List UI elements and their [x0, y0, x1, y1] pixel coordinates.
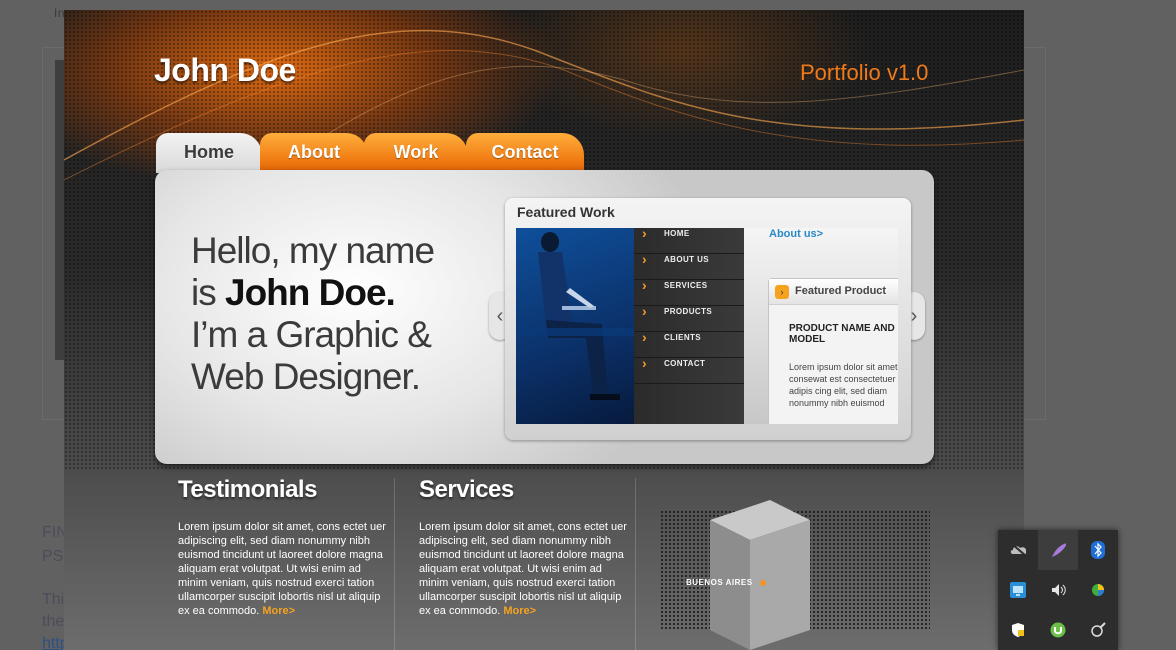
- tray-volume-button[interactable]: [1038, 570, 1078, 610]
- cube-graphic: [710, 500, 810, 650]
- tab-about[interactable]: About: [260, 133, 368, 173]
- services-body: Lorem ipsum dolor sit amet, cons ectet u…: [419, 521, 627, 617]
- about-us-link[interactable]: About us>: [769, 228, 823, 240]
- featured-site-content: About us> › Featured Product PRODUCT NAM…: [744, 228, 898, 424]
- tray-pen-tablet-button[interactable]: [1078, 610, 1118, 650]
- site-logo[interactable]: John Doe: [154, 52, 296, 89]
- map-location-dot: [760, 580, 766, 586]
- section-divider: [394, 478, 395, 650]
- featured-site-menu: HOME ABOUT US SERVICES PRODUCTS CLIENTS …: [634, 228, 744, 424]
- hero-name: John Doe.: [225, 272, 396, 313]
- testimonials-body: Lorem ipsum dolor sit amet, cons ectet u…: [178, 521, 386, 617]
- hero-line: is John Doe.: [191, 272, 434, 314]
- featured-work-image[interactable]: HOME ABOUT US SERVICES PRODUCTS CLIENTS …: [516, 228, 898, 424]
- featured-menu-item[interactable]: CONTACT: [634, 357, 744, 384]
- system-tray-popup: [998, 530, 1118, 650]
- featured-work-box: Featured Work HOME ABOUT US SERVICES PRO: [505, 198, 911, 440]
- color-wheel-icon: [1090, 582, 1106, 598]
- hero-line-prefix: is: [191, 272, 225, 313]
- services-section: Services Lorem ipsum dolor sit amet, con…: [419, 476, 629, 618]
- testimonials-section: Testimonials Lorem ipsum dolor sit amet,…: [178, 476, 388, 618]
- bluetooth-icon: [1090, 541, 1106, 559]
- feather-icon: [1050, 542, 1066, 558]
- featured-menu-item[interactable]: HOME: [634, 228, 744, 254]
- featured-product-title: Featured Product: [795, 285, 887, 297]
- chevron-right-icon: ›: [910, 305, 918, 327]
- testimonials-text: Lorem ipsum dolor sit amet, cons ectet u…: [178, 520, 388, 618]
- tray-bluetooth-button[interactable]: [1078, 530, 1118, 570]
- tray-feather-button[interactable]: [1038, 530, 1078, 570]
- featured-product-card: › Featured Product PRODUCT NAME AND MODE…: [768, 278, 898, 424]
- hero-line: Web Designer.: [191, 356, 421, 397]
- portfolio-mockup: John Doe Portfolio v1.0 Home About Work …: [64, 10, 1024, 650]
- pen-tablet-icon: [1090, 622, 1106, 638]
- map-location-label: BUENOS AIRES: [686, 578, 753, 587]
- onedrive-icon: [1010, 542, 1026, 558]
- background-frame-right: [1024, 48, 1046, 420]
- tray-security-button[interactable]: [998, 610, 1038, 650]
- world-map-graphic: BUENOS AIRES: [660, 490, 930, 650]
- services-title: Services: [419, 476, 514, 503]
- chevron-left-icon: ‹: [496, 305, 504, 327]
- featured-product-header: › Featured Product: [769, 279, 898, 305]
- featured-menu-item[interactable]: SERVICES: [634, 279, 744, 306]
- tray-color-button[interactable]: [1078, 570, 1118, 610]
- man-with-laptop-illustration: [516, 232, 636, 400]
- tab-work[interactable]: Work: [364, 133, 468, 173]
- section-divider: [635, 478, 636, 650]
- network-icon: [1010, 582, 1026, 598]
- security-shield-icon: [1010, 622, 1026, 638]
- tray-utorrent-button[interactable]: [1038, 610, 1078, 650]
- volume-icon: [1050, 582, 1066, 598]
- product-description: Lorem ipsum dolor sit amet consewat est …: [789, 362, 898, 408]
- tray-onedrive-button[interactable]: [998, 530, 1038, 570]
- hero-line: Hello, my name: [191, 230, 435, 271]
- hero-panel: Hello, my name is John Doe. I’m a Graphi…: [155, 170, 934, 464]
- tray-network-button[interactable]: [998, 570, 1038, 610]
- services-text: Lorem ipsum dolor sit amet, cons ectet u…: [419, 520, 629, 618]
- utorrent-icon: [1050, 622, 1066, 638]
- services-more-link[interactable]: More>: [503, 605, 536, 617]
- tab-contact[interactable]: Contact: [466, 133, 584, 173]
- testimonials-title: Testimonials: [178, 476, 317, 503]
- featured-menu-item[interactable]: ABOUT US: [634, 253, 744, 280]
- testimonials-more-link[interactable]: More>: [262, 605, 295, 617]
- featured-work-title: Featured Work: [517, 204, 615, 220]
- product-name: PRODUCT NAME AND MODEL: [789, 323, 895, 345]
- tab-home[interactable]: Home: [156, 133, 262, 173]
- hero-line: I’m a Graphic &: [191, 314, 432, 355]
- background-image-edge: [55, 60, 64, 360]
- featured-product-body: PRODUCT NAME AND MODEL Lorem ipsum dolor…: [789, 323, 898, 409]
- featured-menu-item[interactable]: CLIENTS: [634, 331, 744, 358]
- site-version-title: Portfolio v1.0: [800, 60, 929, 85]
- hero-heading: Hello, my name is John Doe. I’m a Graphi…: [191, 230, 435, 398]
- featured-menu-item[interactable]: PRODUCTS: [634, 305, 744, 332]
- arrow-bullet-icon: ›: [775, 285, 789, 299]
